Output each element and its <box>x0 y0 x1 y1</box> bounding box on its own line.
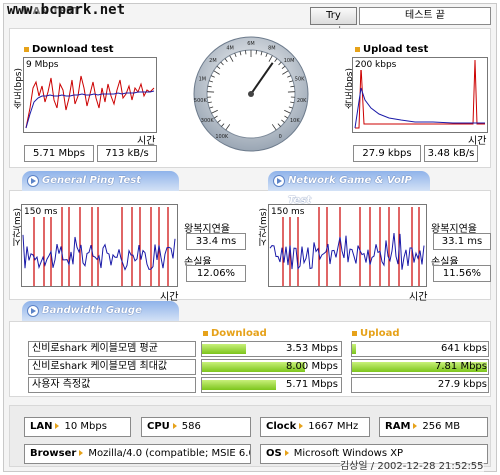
bullet-icon <box>355 46 360 52</box>
upload-bar-value: 641 kbps <box>441 343 487 354</box>
download-speed-bytes: 713 kB/s <box>97 145 157 162</box>
latency-series <box>22 234 176 271</box>
tab-game-voip[interactable]: Network Game & VoIP Test <box>268 171 430 206</box>
gauge-tick-label: 10K <box>290 118 300 124</box>
ping-scale-label: 150 ms <box>24 207 58 217</box>
bullet-icon <box>203 330 208 336</box>
browser-info: Browser Mozilla/4.0 (compatible; MSIE 6.0 <box>24 444 251 464</box>
arrow-icon <box>299 422 304 429</box>
play-icon <box>273 175 285 187</box>
download-speed-bps: 5.71 Mbps <box>24 145 94 162</box>
gauge-tick-label: 6M <box>247 41 255 47</box>
download-title: Download test <box>24 44 114 55</box>
game-rtt-value: 33.1 ms <box>433 233 491 250</box>
gauge-tick-label: 0 <box>279 134 282 140</box>
ping-rtt-value: 33.4 ms <box>186 233 246 250</box>
game-xlabel: 시간 <box>409 292 428 303</box>
gauge-tick-label: 1M <box>199 77 207 83</box>
arrow-icon <box>413 422 418 429</box>
play-icon <box>27 305 39 317</box>
download-series-blue <box>25 90 155 129</box>
latency-series <box>269 233 425 270</box>
arrow-icon <box>172 422 177 429</box>
gauge-tick-label: 100K <box>215 134 229 140</box>
upload-title: Upload test <box>355 44 428 55</box>
upload-speed-bytes: 3.48 kB/s <box>424 145 478 162</box>
upload-series-blue <box>354 87 485 129</box>
watermark: www.bcpark.net <box>7 2 126 18</box>
tab-bandwidth-gauge[interactable]: Bandwidth Gauge <box>22 301 179 321</box>
game-loss-value: 11.56% <box>433 265 491 282</box>
download-bar-fill <box>202 344 247 354</box>
download-bar-value: 5.71 Mbps <box>286 379 338 390</box>
upload-bar-value: 27.9 kbps <box>437 379 487 390</box>
gauge-tick <box>255 50 257 55</box>
gauge-tick-label: 20K <box>297 98 307 104</box>
upload-speed-bps: 27.9 kbps <box>353 145 421 162</box>
bullet-icon <box>352 330 357 336</box>
bandwidth-download-header: Download <box>203 328 267 339</box>
arrow-icon <box>284 449 289 456</box>
upload-bar-value: 7.81 Mbps <box>435 361 487 372</box>
gauge-tick-label: 300K <box>201 118 215 124</box>
gauge-tick <box>245 50 247 55</box>
gauge-tick-label: 50K <box>295 77 305 83</box>
try-again-button[interactable]: Try again <box>310 7 357 37</box>
footer-signature: 김상일 / 2002-12-28 21:52:55 <box>340 457 484 472</box>
gauge-tick-label: 10M <box>284 58 295 64</box>
speed-gauge: 100K 300K 500K 1M 2M 4M 6M 8M 10M 50K 20K 10K 0 <box>192 35 310 153</box>
upload-scale-label: 200 kbps <box>355 60 397 70</box>
upload-bar-fill <box>352 344 357 354</box>
clock-info: Clock 1667 MHz <box>260 417 370 437</box>
cpu-info: CPU 586 <box>141 417 251 437</box>
bandwidth-row-name: 사용자 측정값 <box>28 377 196 393</box>
gauge-tick-label: 4M <box>226 45 234 51</box>
upload-series-red <box>355 59 485 129</box>
bandwidth-row-name: 신비로shark 케이블모뎀 최대값 <box>28 359 196 375</box>
download-bar-value: 8.00 Mbps <box>286 361 338 372</box>
gauge-tick-label: 8M <box>268 45 276 51</box>
play-icon <box>27 175 39 187</box>
arrow-icon <box>79 449 84 456</box>
arrow-icon <box>55 422 60 429</box>
gauge-tick-label: 500K <box>194 98 208 104</box>
bullet-icon <box>24 46 29 52</box>
bandwidth-row-name: 신비로shark 케이블모뎀 평균 <box>28 341 196 357</box>
ram-info: RAM 256 MB <box>379 417 488 437</box>
status-text: 테스트 끝 <box>359 7 491 25</box>
bandwidth-upload-header: Upload <box>352 328 399 339</box>
ping-loss-value: 12.06% <box>186 265 246 282</box>
lan-info: LAN 10 Mbps <box>24 417 131 437</box>
download-series-red <box>25 75 155 129</box>
download-scale-label: 9 Mbps <box>26 60 59 70</box>
game-scale-label: 150 ms <box>271 207 305 217</box>
gauge-tick-label: 2M <box>209 58 217 64</box>
tab-general-ping[interactable]: General Ping Test <box>22 171 179 191</box>
download-bar-value: 3.53 Mbps <box>286 343 338 354</box>
